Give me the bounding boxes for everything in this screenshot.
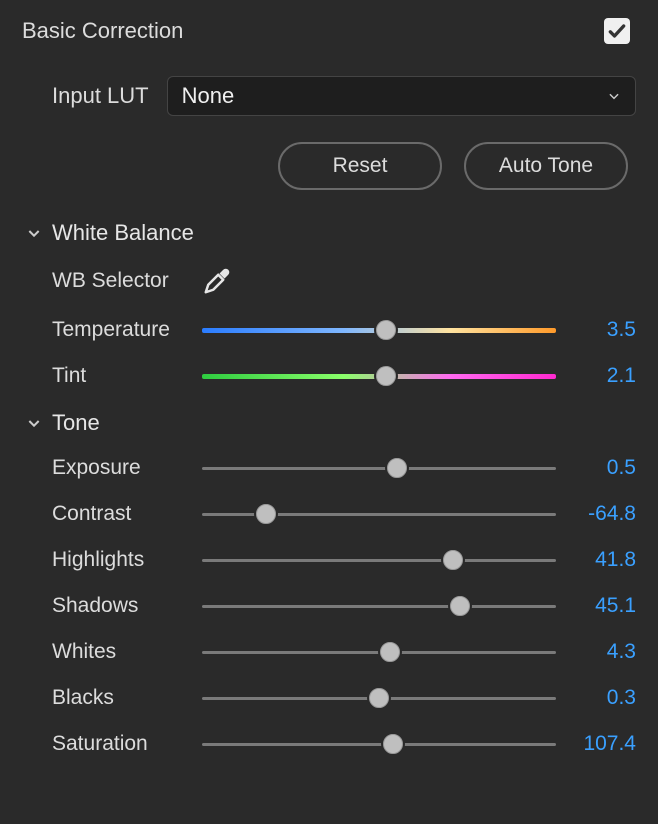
saturation-value[interactable]: 107.4 [574, 732, 636, 756]
wb-selector-row: WB Selector [22, 266, 636, 296]
whites-thumb[interactable] [378, 640, 402, 664]
white-balance-header[interactable]: White Balance [22, 220, 636, 246]
contrast-label: Contrast [52, 502, 202, 526]
enable-checkbox[interactable] [604, 18, 630, 44]
temperature-label: Temperature [52, 318, 202, 342]
whites-label: Whites [52, 640, 202, 664]
collapse-icon [26, 415, 42, 431]
contrast-slider[interactable] [202, 513, 556, 516]
saturation-slider[interactable] [202, 743, 556, 746]
shadows-row: Shadows 45.1 [22, 594, 636, 618]
shadows-thumb[interactable] [448, 594, 472, 618]
tint-slider[interactable] [202, 374, 556, 379]
whites-row: Whites 4.3 [22, 640, 636, 664]
exposure-thumb[interactable] [385, 456, 409, 480]
saturation-thumb[interactable] [381, 732, 405, 756]
highlights-row: Highlights 41.8 [22, 548, 636, 572]
blacks-value[interactable]: 0.3 [574, 686, 636, 710]
highlights-slider[interactable] [202, 559, 556, 562]
shadows-value[interactable]: 45.1 [574, 594, 636, 618]
saturation-row: Saturation 107.4 [22, 732, 636, 756]
input-lut-value: None [182, 83, 235, 109]
check-icon [607, 21, 627, 41]
panel-title: Basic Correction [22, 18, 183, 44]
slider-track [202, 743, 556, 746]
exposure-label: Exposure [52, 456, 202, 480]
basic-correction-panel: Basic Correction Input LUT None Reset Au… [0, 0, 658, 766]
auto-tone-button[interactable]: Auto Tone [464, 142, 628, 190]
slider-track [202, 559, 556, 562]
temperature-slider[interactable] [202, 328, 556, 333]
tone-title: Tone [52, 410, 100, 436]
eyedropper-icon[interactable] [202, 266, 232, 296]
temperature-thumb[interactable] [374, 318, 398, 342]
blacks-thumb[interactable] [367, 686, 391, 710]
temperature-row: Temperature 3.5 [22, 318, 636, 342]
blacks-slider[interactable] [202, 697, 556, 700]
input-lut-row: Input LUT None [22, 76, 636, 116]
highlights-value[interactable]: 41.8 [574, 548, 636, 572]
tint-row: Tint 2.1 [22, 364, 636, 388]
highlights-label: Highlights [52, 548, 202, 572]
tint-thumb[interactable] [374, 364, 398, 388]
contrast-value[interactable]: -64.8 [574, 502, 636, 526]
exposure-row: Exposure 0.5 [22, 456, 636, 480]
collapse-icon [26, 225, 42, 241]
tint-label: Tint [52, 364, 202, 388]
panel-header: Basic Correction [22, 18, 636, 44]
exposure-slider[interactable] [202, 467, 556, 470]
white-balance-title: White Balance [52, 220, 194, 246]
shadows-label: Shadows [52, 594, 202, 618]
contrast-row: Contrast -64.8 [22, 502, 636, 526]
input-lut-dropdown[interactable]: None [167, 76, 636, 116]
wb-selector-label: WB Selector [52, 269, 202, 293]
highlights-thumb[interactable] [441, 548, 465, 572]
contrast-thumb[interactable] [254, 502, 278, 526]
input-lut-label: Input LUT [52, 83, 149, 109]
reset-button[interactable]: Reset [278, 142, 442, 190]
blacks-label: Blacks [52, 686, 202, 710]
chevron-down-icon [607, 89, 621, 103]
whites-value[interactable]: 4.3 [574, 640, 636, 664]
tone-header[interactable]: Tone [22, 410, 636, 436]
shadows-slider[interactable] [202, 605, 556, 608]
tint-value[interactable]: 2.1 [574, 364, 636, 388]
exposure-value[interactable]: 0.5 [574, 456, 636, 480]
blacks-row: Blacks 0.3 [22, 686, 636, 710]
temperature-value[interactable]: 3.5 [574, 318, 636, 342]
slider-track [202, 467, 556, 470]
slider-track [202, 605, 556, 608]
saturation-label: Saturation [52, 732, 202, 756]
whites-slider[interactable] [202, 651, 556, 654]
action-buttons: Reset Auto Tone [22, 142, 636, 190]
